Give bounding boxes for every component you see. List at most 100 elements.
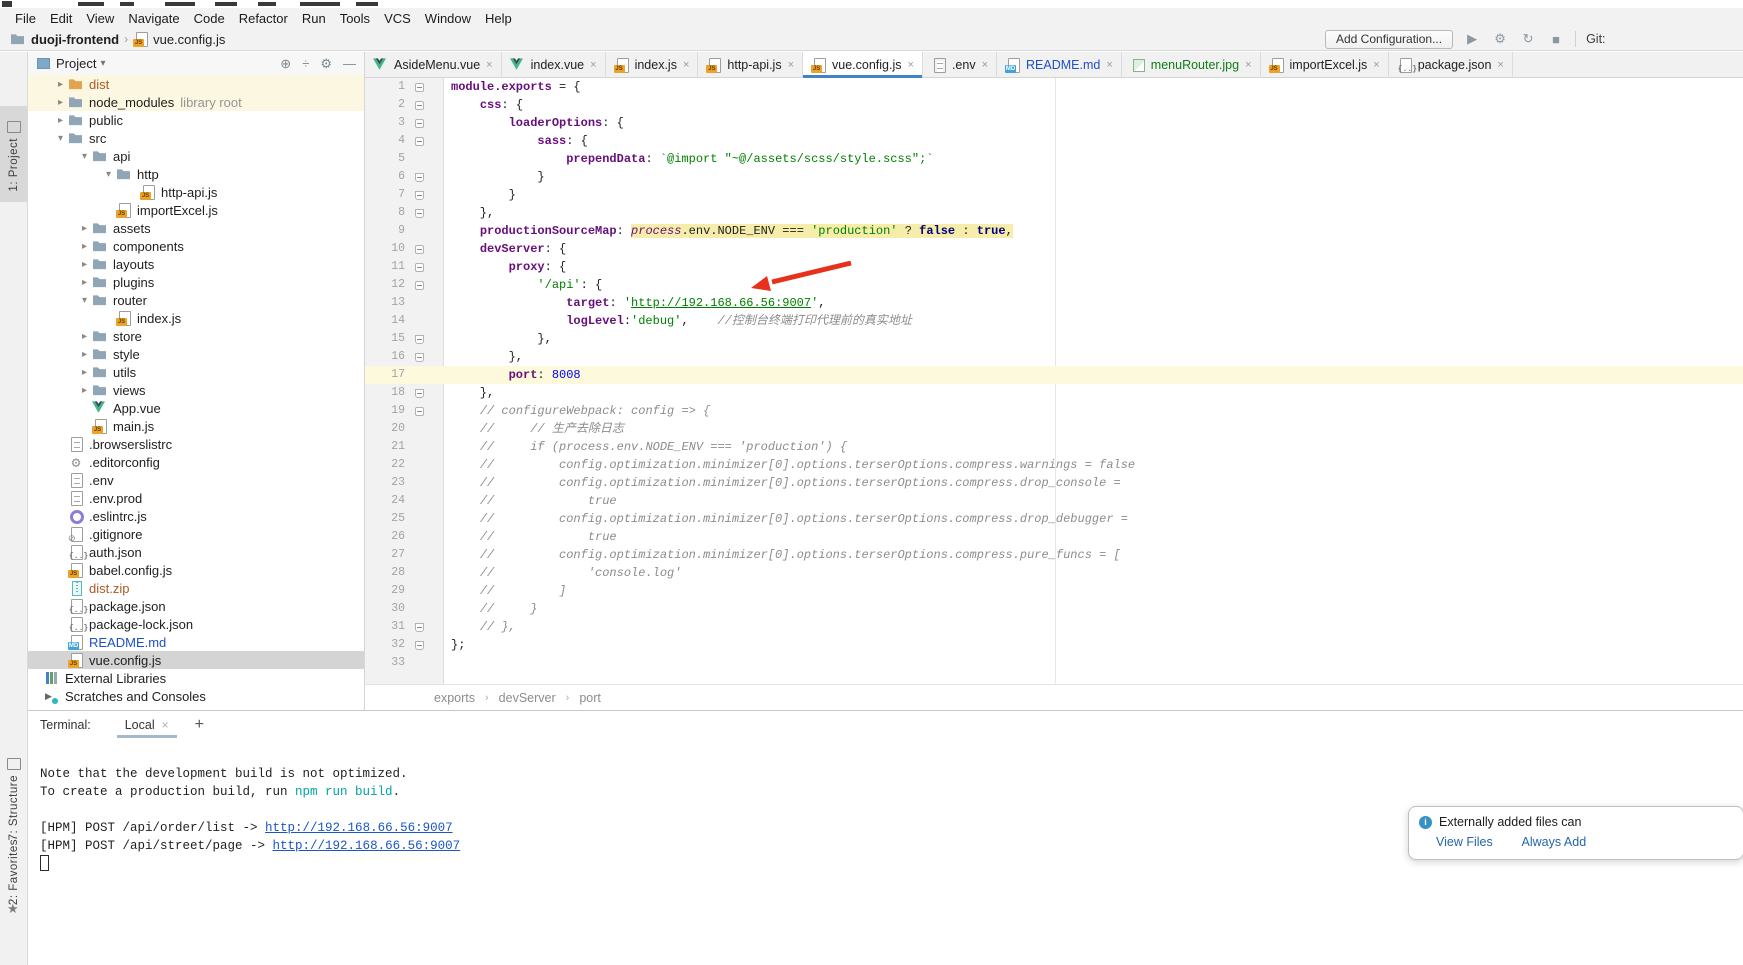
breadcrumb-project[interactable]: duoji-frontend: [31, 32, 119, 47]
close-icon[interactable]: ×: [1106, 59, 1112, 71]
close-icon[interactable]: ×: [486, 59, 492, 71]
close-icon[interactable]: ×: [982, 59, 988, 71]
menu-item-vcs[interactable]: VCS: [377, 11, 418, 26]
code-line-32[interactable]: 32};: [365, 636, 1743, 654]
chevron-collapsed-icon[interactable]: ▸: [77, 241, 92, 252]
code-line-10[interactable]: 10 devServer: {: [365, 240, 1743, 258]
close-icon[interactable]: ×: [683, 59, 689, 71]
tree-item-dist-zip[interactable]: dist.zip: [28, 579, 364, 597]
hide-panel-icon[interactable]: —: [343, 56, 356, 71]
tree-item-vue-config-js[interactable]: JSvue.config.js: [28, 651, 364, 669]
code-line-31[interactable]: 31 // },: [365, 618, 1743, 636]
menu-item-view[interactable]: View: [79, 11, 121, 26]
tool-button-structure[interactable]: 7: Structure: [0, 750, 27, 844]
close-icon[interactable]: ×: [1373, 59, 1379, 71]
chevron-down-icon[interactable]: ▾: [100, 58, 105, 69]
locate-file-icon[interactable]: ⊕: [280, 56, 291, 72]
fold-end-icon[interactable]: [415, 209, 424, 218]
tree-item-index-js[interactable]: JSindex.js: [28, 309, 364, 327]
tree-item-editorconfig[interactable]: ⚙.editorconfig: [28, 453, 364, 471]
chevron-expanded-icon[interactable]: ▾: [101, 169, 116, 180]
code-line-1[interactable]: 1module.exports = {: [365, 78, 1743, 96]
fold-open-icon[interactable]: [415, 137, 424, 146]
tree-item-store[interactable]: ▸store: [28, 327, 364, 345]
tree-item-assets[interactable]: ▸assets: [28, 219, 364, 237]
tree-item-env-prod[interactable]: .env.prod: [28, 489, 364, 507]
chevron-collapsed-icon[interactable]: ▸: [53, 115, 68, 126]
tree-item-layouts[interactable]: ▸layouts: [28, 255, 364, 273]
code-line-3[interactable]: 3 loaderOptions: {: [365, 114, 1743, 132]
code-editor[interactable]: 1module.exports = {2 css: {3 loaderOptio…: [365, 78, 1743, 684]
menu-item-help[interactable]: Help: [478, 11, 519, 26]
fold-end-icon[interactable]: [415, 191, 424, 200]
code-line-12[interactable]: 12 '/api': {: [365, 276, 1743, 294]
tab-vue-config-js[interactable]: JSvue.config.js×: [803, 52, 923, 78]
close-icon[interactable]: ×: [908, 59, 914, 71]
code-line-30[interactable]: 30 // }: [365, 600, 1743, 618]
code-line-28[interactable]: 28 // 'console.log': [365, 564, 1743, 582]
tree-item-package-json[interactable]: {..}package.json: [28, 597, 364, 615]
code-line-33[interactable]: 33: [365, 654, 1743, 672]
collapse-all-icon[interactable]: ÷: [302, 56, 309, 71]
code-line-14[interactable]: 14 logLevel:'debug', //控制台终端打印代理前的真实地址: [365, 312, 1743, 330]
code-line-4[interactable]: 4 sass: {: [365, 132, 1743, 150]
tree-item-package-lock-json[interactable]: {..}package-lock.json: [28, 615, 364, 633]
fold-open-icon[interactable]: [415, 407, 424, 416]
code-line-6[interactable]: 6 }: [365, 168, 1743, 186]
tab-package-json[interactable]: {..}package.json×: [1389, 52, 1513, 78]
breadcrumb-devserver[interactable]: devServer: [495, 691, 560, 705]
favorites-star-icon[interactable]: ★: [7, 901, 19, 917]
tree-item-readme-md[interactable]: MDREADME.md: [28, 633, 364, 651]
tree-item-public[interactable]: ▸public: [28, 111, 364, 129]
code-line-17[interactable]: 17 port: 8008: [365, 366, 1743, 384]
chevron-expanded-icon[interactable]: ▾: [77, 151, 92, 162]
breadcrumb-file[interactable]: vue.config.js: [153, 32, 225, 47]
code-line-8[interactable]: 8 },: [365, 204, 1743, 222]
menu-item-window[interactable]: Window: [418, 11, 478, 26]
tree-item-views[interactable]: ▸views: [28, 381, 364, 399]
tool-button-favorites[interactable]: 2: Favorites: [0, 844, 27, 900]
chevron-collapsed-icon[interactable]: ▸: [77, 331, 92, 342]
fold-open-icon[interactable]: [415, 281, 424, 290]
tree-item-eslintrc-js[interactable]: .eslintrc.js: [28, 507, 364, 525]
build-icon[interactable]: ⚙: [1491, 31, 1509, 47]
fold-open-icon[interactable]: [415, 263, 424, 272]
tool-button-project[interactable]: 1: Project: [0, 106, 27, 202]
menu-item-tools[interactable]: Tools: [333, 11, 377, 26]
tab-index-vue[interactable]: index.vue×: [502, 52, 606, 78]
view-files-link[interactable]: View Files: [1436, 835, 1493, 849]
tree-item-babel-config-js[interactable]: JSbabel.config.js: [28, 561, 364, 579]
code-line-24[interactable]: 24 // true: [365, 492, 1743, 510]
tree-item-scratches-and-consoles[interactable]: ▶Scratches and Consoles: [28, 687, 364, 705]
code-line-2[interactable]: 2 css: {: [365, 96, 1743, 114]
code-line-20[interactable]: 20 // // 生产去除日志: [365, 420, 1743, 438]
breadcrumb-exports[interactable]: exports: [430, 691, 479, 705]
chevron-collapsed-icon[interactable]: ▸: [77, 277, 92, 288]
tab-http-api-js[interactable]: JShttp-api.js×: [698, 52, 803, 78]
menu-item-refactor[interactable]: Refactor: [232, 11, 295, 26]
tree-item-src[interactable]: ▾src: [28, 129, 364, 147]
tree-item-dist[interactable]: ▸dist: [28, 75, 364, 93]
code-line-27[interactable]: 27 // config.optimization.minimizer[0].o…: [365, 546, 1743, 564]
tree-item-env[interactable]: .env: [28, 471, 364, 489]
chevron-collapsed-icon[interactable]: ▸: [53, 79, 68, 90]
code-line-22[interactable]: 22 // config.optimization.minimizer[0].o…: [365, 456, 1743, 474]
close-icon[interactable]: ×: [1245, 59, 1251, 71]
tree-item-style[interactable]: ▸style: [28, 345, 364, 363]
chevron-expanded-icon[interactable]: ▾: [77, 295, 92, 306]
tree-item-external-libraries[interactable]: External Libraries: [28, 669, 364, 687]
code-line-29[interactable]: 29 // ]: [365, 582, 1743, 600]
tab-asidemenu-vue[interactable]: AsideMenu.vue×: [365, 52, 502, 78]
code-line-18[interactable]: 18 },: [365, 384, 1743, 402]
code-line-5[interactable]: 5 prependData: `@import "~@/assets/scss/…: [365, 150, 1743, 168]
fold-open-icon[interactable]: [415, 245, 424, 254]
close-icon[interactable]: ×: [162, 718, 169, 732]
rerun-icon[interactable]: ↻: [1519, 31, 1537, 47]
tree-item-api[interactable]: ▾api: [28, 147, 364, 165]
menu-item-file[interactable]: File: [8, 11, 43, 26]
chevron-collapsed-icon[interactable]: ▸: [53, 97, 68, 108]
tree-item-plugins[interactable]: ▸plugins: [28, 273, 364, 291]
settings-icon[interactable]: ⚙: [320, 56, 332, 72]
new-terminal-icon[interactable]: +: [195, 716, 204, 734]
code-line-7[interactable]: 7 }: [365, 186, 1743, 204]
